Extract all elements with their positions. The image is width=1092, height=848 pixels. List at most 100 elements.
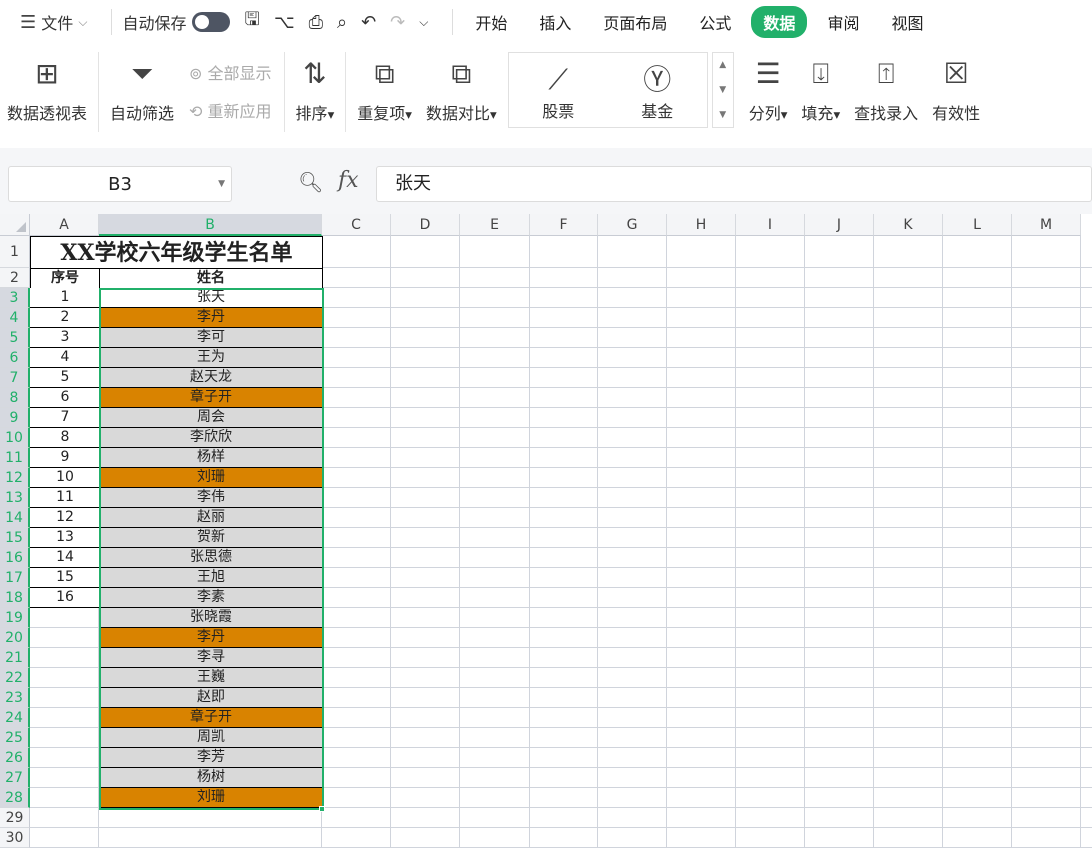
column-header-H[interactable]: H — [667, 214, 736, 236]
lookup-entry-button[interactable]: ⍐ 查找录入 — [854, 52, 918, 124]
column-header-F[interactable]: F — [530, 214, 598, 236]
column-header-J[interactable]: J — [805, 214, 874, 236]
compare-button[interactable]: ⧉ 数据对比▾ — [426, 52, 497, 124]
cell-name[interactable]: 李素 — [99, 588, 323, 608]
row-header[interactable]: 21 — [0, 648, 30, 668]
cell-name[interactable]: 贺新 — [99, 528, 323, 548]
cell-no[interactable]: 16 — [30, 588, 100, 608]
toggle-switch[interactable] — [192, 12, 231, 32]
cell-no[interactable]: 7 — [30, 408, 100, 428]
row-header[interactable]: 6 — [0, 348, 30, 368]
row-header[interactable]: 12 — [0, 468, 30, 488]
cell-name[interactable]: 张晓霞 — [99, 608, 323, 628]
column-header-A[interactable]: A — [30, 214, 99, 236]
cell-no[interactable]: 12 — [30, 508, 100, 528]
tab-5[interactable]: 审阅 — [815, 6, 871, 38]
cell-no[interactable]: 4 — [30, 348, 100, 368]
cell-name[interactable]: 赵丽 — [99, 508, 323, 528]
row-header[interactable]: 26 — [0, 748, 30, 768]
expand-icon[interactable]: ▼ — [719, 110, 726, 120]
cell-no[interactable]: 13 — [30, 528, 100, 548]
cell-name[interactable]: 王巍 — [99, 668, 323, 688]
select-all-corner[interactable] — [0, 214, 30, 236]
duplicates-button[interactable]: ⧉ 重复项▾ — [357, 52, 412, 124]
cell-name[interactable]: 章子开 — [99, 388, 323, 408]
tab-3[interactable]: 公式 — [687, 6, 743, 38]
row-header[interactable]: 27 — [0, 768, 30, 788]
cell-no[interactable]: 1 — [30, 288, 100, 308]
autofilter-button[interactable]: ⏷ 自动筛选 — [110, 52, 174, 124]
row-header[interactable]: 19 — [0, 608, 30, 628]
cell-name[interactable]: 张天 — [99, 288, 323, 308]
column-header-M[interactable]: M — [1012, 214, 1081, 236]
row-header[interactable]: 15 — [0, 528, 30, 548]
fill-handle[interactable] — [319, 806, 325, 812]
row-header[interactable]: 25 — [0, 728, 30, 748]
reapply-button[interactable]: ⟲ 重新应用 — [189, 98, 272, 122]
column-header-G[interactable]: G — [598, 214, 667, 236]
row-header[interactable]: 3 — [0, 288, 30, 308]
row-header[interactable]: 30 — [0, 828, 30, 848]
cell-no[interactable]: 11 — [30, 488, 100, 508]
row-header[interactable]: 16 — [0, 548, 30, 568]
cell-name[interactable]: 赵天龙 — [99, 368, 323, 388]
save-icon[interactable]: 🖫 — [244, 7, 259, 37]
cell-name[interactable]: 杨样 — [99, 448, 323, 468]
scroll-up-icon[interactable]: ▲ — [719, 60, 726, 70]
row-header[interactable]: 17 — [0, 568, 30, 588]
cell-name[interactable]: 李欣欣 — [99, 428, 323, 448]
print-icon[interactable]: ⎙ — [309, 12, 323, 33]
column-header-E[interactable]: E — [460, 214, 530, 236]
cell-no[interactable]: 5 — [30, 368, 100, 388]
cell-name[interactable]: 刘珊 — [99, 468, 323, 488]
column-header-I[interactable]: I — [736, 214, 805, 236]
zoom-search-icon[interactable]: 🔍︎ — [298, 170, 323, 194]
cell-no[interactable]: 10 — [30, 468, 100, 488]
row-header[interactable]: 22 — [0, 668, 30, 688]
tab-1[interactable]: 插入 — [527, 6, 583, 38]
formula-input[interactable]: 张天 — [376, 166, 1092, 202]
cell-name[interactable]: 章子开 — [99, 708, 323, 728]
cell-name[interactable]: 周会 — [99, 408, 323, 428]
cell-no[interactable]: 15 — [30, 568, 100, 588]
tab-4[interactable]: 数据 — [751, 6, 808, 38]
cell-no[interactable]: 9 — [30, 448, 100, 468]
tab-6[interactable]: 视图 — [879, 6, 935, 38]
row-header[interactable]: 13 — [0, 488, 30, 508]
column-header-C[interactable]: C — [322, 214, 391, 236]
row-header[interactable]: 20 — [0, 628, 30, 648]
spreadsheet-grid[interactable]: A B C D E F G H I J K L M 1 2 3 4 5 6 7 8 9 10 11 12 13 14 15 16 17 18… — [0, 214, 1092, 848]
sort-button[interactable]: ⇅ 排序▾ — [296, 52, 335, 124]
row-header[interactable]: 1 — [0, 236, 30, 268]
cell-name[interactable]: 刘珊 — [99, 788, 323, 808]
fill-button[interactable]: ⍗ 填充▾ — [801, 52, 840, 124]
cell-name[interactable]: 王为 — [99, 348, 323, 368]
row-header[interactable]: 5 — [0, 328, 30, 348]
sheet-title[interactable]: XX学校六年级学生名单 — [30, 236, 323, 269]
cell-name[interactable]: 周凯 — [99, 728, 323, 748]
row-header[interactable]: 7 — [0, 368, 30, 388]
validity-button[interactable]: ☒ 有效性 — [932, 52, 980, 124]
stocks-button[interactable]: ⟋ 股票 — [542, 58, 574, 122]
cell-name[interactable]: 李丹 — [99, 308, 323, 328]
header-name[interactable]: 姓名 — [99, 268, 323, 289]
cell-name[interactable]: 李丹 — [99, 628, 323, 648]
print-preview-icon[interactable]: ⌕ — [337, 12, 347, 33]
show-all-button[interactable]: ⊚ 全部显示 — [189, 60, 272, 84]
cell-name[interactable]: 李可 — [99, 328, 323, 348]
autosave-toggle[interactable]: 自动保存 — [122, 10, 231, 34]
gallery-scroll[interactable]: ▲ ▼ ▼ — [711, 52, 734, 128]
function-icon[interactable]: fx — [338, 168, 359, 193]
cell-name[interactable]: 赵即 — [99, 688, 323, 708]
row-header[interactable]: 23 — [0, 688, 30, 708]
redo-icon[interactable]: ↷ — [390, 12, 405, 33]
row-header[interactable]: 24 — [0, 708, 30, 728]
row-header[interactable]: 29 — [0, 808, 30, 828]
column-header-B[interactable]: B — [99, 214, 322, 236]
cell-name[interactable]: 杨树 — [99, 768, 323, 788]
row-header[interactable]: 18 — [0, 588, 30, 608]
row-header[interactable]: 2 — [0, 268, 30, 288]
tab-2[interactable]: 页面布局 — [591, 6, 679, 38]
column-header-L[interactable]: L — [943, 214, 1012, 236]
format-painter-icon[interactable]: ⌥ — [274, 12, 295, 33]
